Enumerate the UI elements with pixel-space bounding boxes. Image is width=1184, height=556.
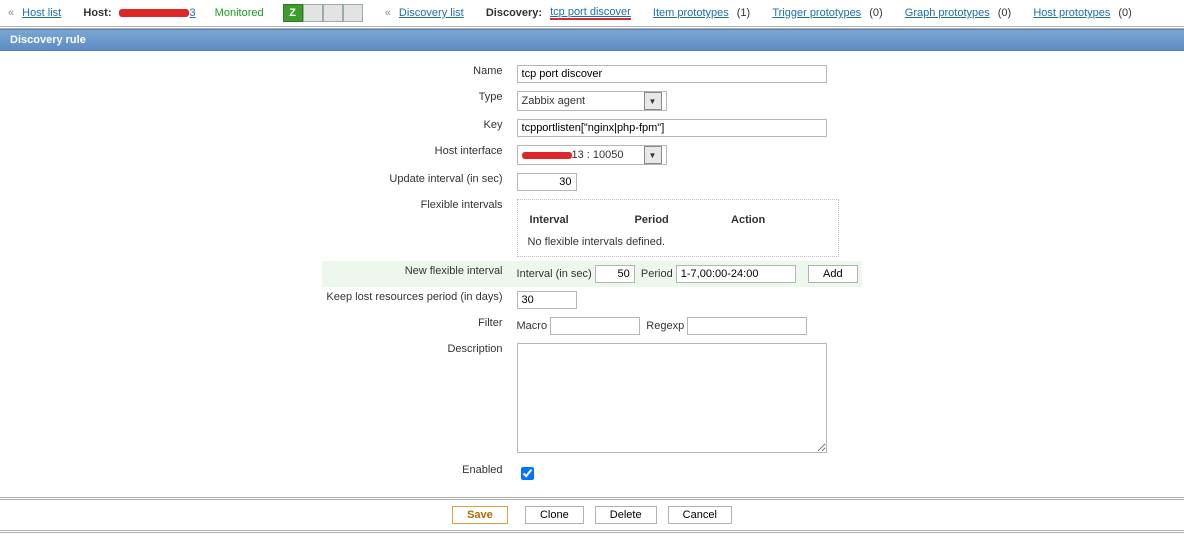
page-title: Discovery rule xyxy=(0,29,1184,51)
flexible-intervals-label: Flexible intervals xyxy=(322,195,512,261)
status-icon-2[interactable] xyxy=(323,4,343,22)
type-select-value: Zabbix agent xyxy=(522,95,586,107)
keep-lost-input[interactable] xyxy=(517,291,577,309)
discovery-label: Discovery: xyxy=(486,7,542,19)
graph-prototypes-count: (0) xyxy=(998,7,1011,19)
cancel-button[interactable]: Cancel xyxy=(668,506,732,524)
enabled-checkbox[interactable] xyxy=(521,467,534,480)
flex-head-period: Period xyxy=(635,210,729,234)
item-prototypes-count: (1) xyxy=(737,7,750,19)
filter-macro-input[interactable] xyxy=(550,317,640,335)
new-flex-period-label: Period xyxy=(641,268,673,280)
host-prototypes-count: (0) xyxy=(1118,7,1131,19)
key-input[interactable] xyxy=(517,119,827,137)
host-link[interactable]: 3 xyxy=(119,7,195,19)
chevron-left-icon: « xyxy=(8,7,14,19)
new-flex-interval-label: Interval (in sec) xyxy=(517,268,592,280)
type-select[interactable]: Zabbix agent ▼ xyxy=(517,91,667,111)
filter-regexp-input[interactable] xyxy=(687,317,807,335)
clone-button[interactable]: Clone xyxy=(525,506,584,524)
flex-head-interval: Interval xyxy=(530,210,633,234)
new-flex-interval-input[interactable] xyxy=(595,265,635,283)
add-flex-button[interactable]: Add xyxy=(808,265,858,283)
host-interface-label: Host interface xyxy=(322,141,512,169)
enabled-label: Enabled xyxy=(322,460,512,487)
trigger-prototypes-link[interactable]: Trigger prototypes xyxy=(772,7,861,19)
description-label: Description xyxy=(322,339,512,460)
delete-button[interactable]: Delete xyxy=(595,506,657,524)
update-interval-label: Update interval (in sec) xyxy=(322,169,512,195)
filter-regexp-label: Regexp xyxy=(646,320,684,332)
z-icon[interactable]: Z xyxy=(283,4,303,22)
graph-prototypes-link[interactable]: Graph prototypes xyxy=(905,7,990,19)
type-label: Type xyxy=(322,87,512,115)
name-input[interactable] xyxy=(517,65,827,83)
filter-macro-label: Macro xyxy=(517,320,548,332)
update-interval-input[interactable] xyxy=(517,173,577,191)
footer-bar: Save Clone Delete Cancel xyxy=(0,497,1184,533)
save-button[interactable]: Save xyxy=(452,506,508,524)
chevron-down-icon: ▼ xyxy=(644,146,662,164)
flex-empty-text: No flexible intervals defined. xyxy=(528,236,828,248)
item-prototypes-link[interactable]: Item prototypes xyxy=(653,7,729,19)
description-input[interactable] xyxy=(517,343,827,453)
status-icon-1[interactable] xyxy=(303,4,323,22)
flexible-intervals-box: Interval Period Action No flexible inter… xyxy=(517,199,839,257)
status-icons: Z xyxy=(283,4,363,22)
host-label: Host: xyxy=(83,7,111,19)
redacted-host-icon xyxy=(119,9,189,17)
chevron-down-icon: ▼ xyxy=(644,92,662,110)
trigger-prototypes-count: (0) xyxy=(869,7,882,19)
host-interface-select[interactable]: 13 : 10050 ▼ xyxy=(517,145,667,165)
host-list-link[interactable]: Host list xyxy=(22,7,61,19)
top-bar: « Host list Host: 3 Monitored Z « Discov… xyxy=(0,0,1184,29)
monitored-status: Monitored xyxy=(215,7,264,19)
discovery-link[interactable]: tcp port discover xyxy=(550,6,631,20)
host-interface-value: 13 : 10050 xyxy=(522,149,624,161)
key-label: Key xyxy=(322,115,512,141)
name-label: Name xyxy=(322,61,512,87)
new-flex-label: New flexible interval xyxy=(322,261,512,287)
filter-label: Filter xyxy=(322,313,512,339)
flex-head-action: Action xyxy=(731,210,826,234)
new-flex-period-input[interactable] xyxy=(676,265,796,283)
discovery-list-link[interactable]: Discovery list xyxy=(399,7,464,19)
chevron-left-icon: « xyxy=(385,7,391,19)
status-icon-3[interactable] xyxy=(343,4,363,22)
host-prototypes-link[interactable]: Host prototypes xyxy=(1033,7,1110,19)
discovery-form: Name Type Zabbix agent ▼ Key Host interf… xyxy=(322,61,861,487)
keep-lost-label: Keep lost resources period (in days) xyxy=(322,287,512,313)
